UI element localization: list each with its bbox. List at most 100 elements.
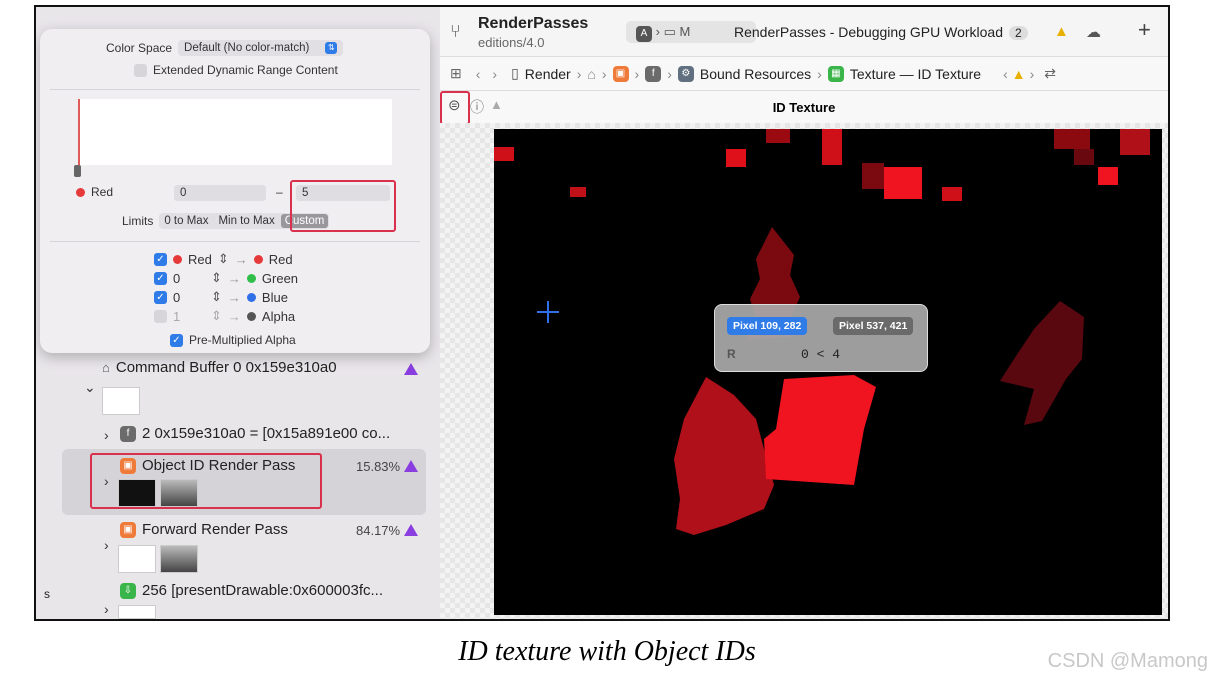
color-thumbnail (118, 545, 156, 573)
mapping-checkbox[interactable]: ✓ (154, 271, 167, 285)
divider (50, 89, 420, 90)
warning-icon (404, 460, 418, 472)
render-pass-icon: ▣ (120, 521, 136, 538)
jump-item-bound-resources[interactable]: Bound Resources (700, 66, 811, 82)
pass-row-forward[interactable]: ▣ Forward Render Pass (120, 521, 288, 538)
color-space-select[interactable]: Default (No color-match) ⇅ (178, 40, 344, 56)
premultiplied-checkbox[interactable]: ✓ (170, 333, 183, 347)
mapping-row-blue[interactable]: ✓ 0 ⇕ → Blue (154, 289, 288, 305)
pixel-a-label: Pixel 109, 282 (727, 317, 808, 335)
extended-dr-checkbox[interactable] (134, 63, 147, 77)
mapping-checkbox[interactable]: ✓ (154, 252, 167, 266)
id-shapes (537, 227, 1084, 535)
function-icon: f (120, 425, 136, 442)
edge-letter: s (44, 587, 50, 601)
present-thumbnail (118, 605, 156, 619)
mapping-row-alpha[interactable]: 1 ⇕ → Alpha (154, 308, 295, 324)
chevron-right-icon[interactable]: › (104, 537, 109, 553)
warning-icon[interactable]: ▲ (1012, 66, 1026, 82)
chevron-updown-icon[interactable]: ⇕ (218, 251, 229, 267)
mapping-checkbox[interactable] (154, 309, 167, 323)
id-texture-image[interactable]: Pixel 109, 282 Pixel 537, 421 R 0 < 4 (494, 129, 1162, 615)
swap-icon[interactable]: ⇄ (1044, 65, 1056, 82)
chevron-right-icon: › (817, 65, 822, 82)
chevron-updown-icon[interactable]: ⇕ (211, 308, 222, 324)
warning-icon (404, 363, 418, 375)
jump-item-render[interactable]: Render (525, 66, 571, 82)
watermark: CSDN @Mamong (1047, 650, 1208, 672)
chevron-updown-icon[interactable]: ⇕ (211, 270, 222, 286)
texture-header: ⊜ ⓘ ▲ ID Texture (440, 91, 1168, 125)
limit-option[interactable]: 0 to Max (160, 214, 212, 228)
texture-options-popover: Color Space Default (No color-match) ⇅ E… (40, 29, 430, 353)
prev-issue-icon[interactable]: ‹ (1003, 66, 1008, 82)
command-buffer-icon[interactable]: ⌂ (587, 66, 595, 82)
present-icon: ⇩ (120, 582, 136, 599)
green-dot-icon (246, 273, 256, 283)
premultiplied-row[interactable]: ✓ Pre-Multiplied Alpha (170, 333, 296, 347)
color-space-label: Color Space (106, 41, 173, 55)
project-name[interactable]: RenderPasses (478, 15, 588, 33)
chevron-right-icon[interactable]: › (104, 427, 109, 443)
next-issue-icon[interactable]: › (1030, 66, 1035, 82)
object-shape (764, 375, 876, 485)
pixel-inspector-tooltip: Pixel 109, 282 Pixel 537, 421 R 0 < 4 (714, 304, 928, 372)
warning-icon[interactable]: ▲ (1054, 23, 1069, 40)
texture-icon: ▦ (827, 65, 844, 82)
forward-arrow-icon[interactable]: › (492, 66, 497, 82)
figure-caption: ID texture with Object IDs (458, 636, 756, 667)
red-dot-icon (173, 254, 182, 264)
encoder-row[interactable]: f 2 0x159e310a0 = [0x15a891e00 co... (120, 425, 390, 442)
mapping-row-red[interactable]: ✓ Red ⇕ → Red (154, 251, 293, 267)
depth-thumbnail (160, 545, 198, 573)
chevron-down-icon[interactable]: ⌄ (84, 379, 96, 396)
command-buffer-row[interactable]: ⌂ Command Buffer 0 0x159e310a0 (102, 359, 337, 376)
chevron-right-icon: › (601, 65, 607, 82)
chevron-right-icon[interactable]: › (104, 601, 109, 617)
extended-dr-row[interactable]: Extended Dynamic Range Content (134, 63, 338, 77)
tree-shape (1000, 301, 1084, 425)
comparison-value: 0 < 4 (801, 347, 841, 362)
divider (50, 241, 420, 242)
texture-canvas[interactable]: Pixel 109, 282 Pixel 537, 421 R 0 < 4 (440, 123, 1168, 619)
add-tab-button[interactable]: + (1138, 17, 1151, 43)
chevron-updown-icon[interactable]: ⇕ (211, 289, 222, 305)
histogram (78, 99, 392, 165)
limits-label: Limits (122, 214, 154, 228)
arrow-right-icon: → (234, 251, 248, 267)
command-buffer-icon: ⌂ (102, 360, 110, 375)
pixel-b-label: Pixel 537, 421 (833, 317, 914, 335)
jump-bar: ⊞ ‹ › ▯ Render › ⌂ › ▣ › f › ⚙ Bound Res… (440, 57, 1168, 91)
limit-option[interactable]: Min to Max (214, 214, 278, 228)
range-separator: – (276, 185, 283, 199)
branch-name[interactable]: editions/4.0 (478, 35, 545, 50)
present-row[interactable]: ⇩ 256 [presentDrawable:0x600003fc... (120, 582, 383, 599)
activity-tab[interactable]: RenderPasses - Debugging GPU Workload 2 (734, 24, 1028, 40)
grid-icon[interactable]: ⊞ (450, 65, 462, 82)
resources-icon: ⚙ (677, 65, 694, 82)
jump-item-texture[interactable]: Texture — ID Texture (850, 66, 981, 82)
arrow-right-icon: → (227, 289, 241, 305)
window-toolbar: ⑂ RenderPasses editions/4.0 A › ▭ M Rend… (440, 7, 1168, 57)
cloud-icon[interactable]: ☁ (1086, 23, 1101, 41)
mapping-checkbox[interactable]: ✓ (154, 290, 167, 304)
chevron-right-icon: › (634, 65, 640, 82)
mapping-row-green[interactable]: ✓ 0 ⇕ → Green (154, 270, 298, 286)
chevron-right-icon: › (667, 65, 672, 82)
chevron-right-icon: › (576, 65, 582, 82)
function-icon[interactable]: f (645, 65, 662, 82)
render-pass-icon[interactable]: ▣ (612, 65, 629, 82)
range-min-field[interactable]: 0 (174, 185, 266, 201)
histogram-slider-handle[interactable] (74, 165, 81, 177)
pass-percent: 15.83% (356, 459, 401, 474)
channel-label: Red (91, 185, 114, 199)
highlight-box (290, 180, 396, 232)
back-arrow-icon[interactable]: ‹ (476, 66, 481, 82)
tree-shape (674, 377, 774, 535)
highlight-box (90, 453, 322, 509)
red-dot-icon (253, 254, 263, 264)
buffer-thumbnail (102, 387, 140, 415)
arrow-right-icon: → (227, 308, 241, 324)
blue-dot-icon (246, 292, 256, 302)
warning-icon (404, 524, 418, 536)
